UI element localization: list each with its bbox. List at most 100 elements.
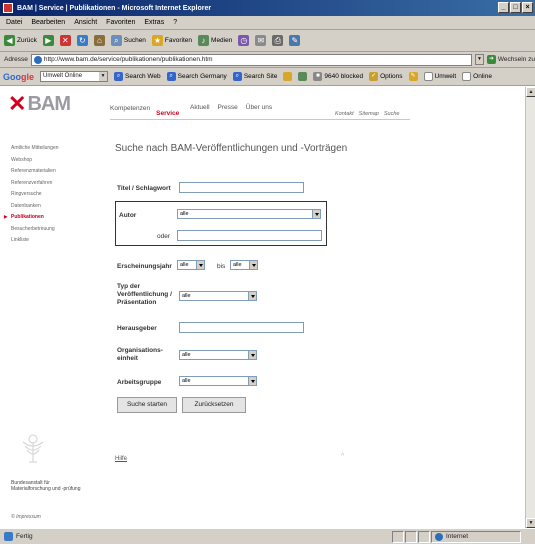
sidebar-item-publikationen[interactable]: Publikationen [4,214,59,226]
help-link[interactable]: Hilfe [115,456,127,462]
minimize-button[interactable]: _ [498,2,509,13]
toolbar: ◀ Zurück ▶ ✕ ↻ ⌂ ⌕ Suchen ★ Favoriten ♪ … [0,30,535,52]
refresh-icon[interactable]: ↻ [76,35,88,46]
jahr-label: Erscheinungsjahr [117,263,172,270]
jahr-to-value: alle [233,262,242,268]
search-submit-button[interactable]: Suche starten [117,397,177,413]
menu-datei[interactable]: Datei [6,19,22,26]
window-controls: _ □ × [498,2,533,13]
media-button[interactable]: ♪ Medien [198,35,232,46]
jahr-to-select[interactable]: alle [230,260,258,270]
gruppe-label: Arbeitsgruppe [117,379,162,386]
statusbar: Fertig Internet [0,528,535,544]
bis-label: bis [217,263,226,270]
mail-icon[interactable]: ✉ [255,35,267,46]
status-text: Fertig [16,533,33,540]
oder-label: oder [157,233,171,240]
bam-logo[interactable]: ✕ BAM [8,93,71,115]
umwelt-button[interactable]: Umwelt [423,72,456,81]
print-icon[interactable]: ⎙ [272,35,284,46]
popup-blocker-button[interactable]: ■ 9640 blocked [313,72,363,81]
search-germany-button[interactable]: ⌕ Search Germany [166,72,227,81]
gruppe-select[interactable]: alle [179,376,257,386]
sidebar-item-linkliste[interactable]: Linkliste [11,237,59,249]
address-label: Adresse [4,56,28,63]
close-button[interactable]: × [522,2,533,13]
back-to-top-icon[interactable]: ^ [341,453,344,460]
nav-divider [110,119,410,120]
online-button[interactable]: Online [462,72,492,81]
vertical-scrollbar[interactable]: ▲ ▼ [525,87,535,528]
autor-select[interactable]: alle [177,209,321,219]
search-button[interactable]: ⌕ Suchen [110,35,146,46]
impressum-link[interactable]: © Impressum [11,514,41,520]
status-cell-3 [418,530,430,543]
oder-input[interactable] [177,230,322,241]
sidebar-item-webshop[interactable]: Webshop [11,157,59,169]
options-button[interactable]: ✓ Options [369,72,403,81]
menu-ansicht[interactable]: Ansicht [74,19,97,26]
highlight-icon[interactable]: ✎ [408,72,418,81]
popup-blocker-icon: ■ [313,72,323,81]
go-button[interactable]: ➜ Wechseln zu [486,55,535,64]
herausgeber-label: Herausgeber [117,325,157,332]
search-site-button[interactable]: ⌕ Search Site [232,72,277,81]
scroll-up-icon[interactable]: ▲ [526,87,535,97]
org-select[interactable]: alle [179,350,257,360]
sidebar-item-besucherbetreuung[interactable]: Besucherbetreuung [11,226,59,238]
org-select-value: alle [182,352,191,358]
menubar: Datei Bearbeiten Ansicht Favoriten Extra… [0,16,535,30]
menu-help[interactable]: ? [173,19,177,26]
sidebar-item-referenzmaterialien[interactable]: Referenzmaterialien [11,168,59,180]
page-info-icon[interactable] [298,72,308,81]
window-title: BAM | Service | Publikationen - Microsof… [17,4,212,12]
google-toolbar: Google Umwelt Online ⌕ Search Web ⌕ Sear… [0,68,535,86]
status-cell-1 [392,530,404,543]
nav-sitemap[interactable]: Sitemap [359,111,379,117]
page-title: Suche nach BAM-Veröffentlichungen und -V… [115,143,348,154]
typ-select-value: alle [182,293,191,299]
edit-icon[interactable]: ✎ [289,35,301,46]
history-icon[interactable]: ◷ [238,35,250,46]
address-dropdown-icon[interactable]: ▼ [475,54,484,65]
reset-button[interactable]: Zurücksetzen [182,397,246,413]
go-arrow-icon: ➜ [486,55,496,64]
typ-select[interactable]: alle [179,291,257,301]
pagerank-icon[interactable] [283,72,293,81]
nav-kontakt[interactable]: Kontakt [335,111,354,117]
menu-bearbeiten[interactable]: Bearbeiten [31,19,65,26]
nav-suche[interactable]: Suche [384,111,400,117]
search-web-button[interactable]: ⌕ Search Web [114,72,161,81]
google-search-select[interactable]: Umwelt Online [40,71,109,82]
menu-extras[interactable]: Extras [144,19,164,26]
jahr-from-value: alle [180,262,189,268]
nav-service[interactable]: Service [156,110,179,117]
herausgeber-input[interactable] [179,322,304,333]
back-button[interactable]: ◀ Zurück [4,35,37,46]
address-input[interactable]: http://www.bam.de/service/publikationen/… [30,53,472,66]
utility-nav: Kontakt Sitemap Suche [335,111,399,117]
maximize-button[interactable]: □ [510,2,521,13]
google-logo[interactable]: Google [3,72,34,82]
nav-aktuell[interactable]: Aktuell [190,104,210,111]
scroll-down-icon[interactable]: ▼ [526,518,535,528]
favorites-button[interactable]: ★ Favoriten [151,35,192,46]
sidebar-item-ringversuche[interactable]: Ringversuche [11,191,59,203]
titel-input[interactable] [179,182,304,193]
sidebar-item-datenbanken[interactable]: Datenbanken [11,203,59,215]
gruppe-select-value: alle [182,378,191,384]
sidebar-item-amtliche-mitteilungen[interactable]: Amtliche Mitteilungen [11,145,59,157]
nav-ueber-uns[interactable]: Über uns [246,104,272,111]
stop-icon[interactable]: ✕ [59,35,71,46]
sidebar-item-referenzverfahren[interactable]: Referenzverfahren [11,180,59,192]
options-icon: ✓ [369,72,379,81]
jahr-from-select[interactable]: alle [177,260,205,270]
autor-label: Autor [119,212,137,219]
nav-kompetenzen[interactable]: Kompetenzen [110,105,150,112]
chevron-down-icon [248,292,256,300]
forward-arrow-icon[interactable]: ▶ [42,35,54,46]
nav-presse[interactable]: Presse [218,104,238,111]
home-icon[interactable]: ⌂ [93,35,105,46]
menu-favoriten[interactable]: Favoriten [106,19,135,26]
online-icon [462,72,472,81]
